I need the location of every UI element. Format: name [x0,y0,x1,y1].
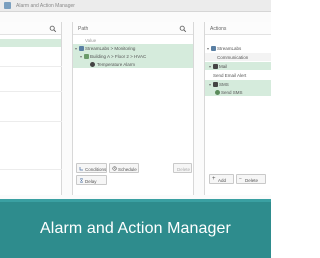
divider [0,66,62,67]
device-icon [84,53,89,59]
title-bar: Alarm and Action Manager [0,0,271,12]
action-icon [215,89,220,95]
tree-node[interactable]: ▾ StreamLabs > Monitoring [73,44,193,52]
right-pane-header: Actions [205,22,271,35]
tree-node[interactable]: Communication [205,53,271,61]
app-window: Alarm and Action Manager Path Value ▾ St… [0,0,271,199]
collapse-caret-icon[interactable]: ▾ [207,46,210,51]
conditions-icon [79,167,83,171]
divider [0,121,62,122]
right-pane: Actions ▾ StreamLabs Communication ▾ Mai… [204,22,271,195]
banner-accent-bar [0,199,271,202]
left-selected-row[interactable] [0,39,61,47]
minus-icon: − [239,176,242,182]
delete-button[interactable]: Delete [173,163,192,173]
search-icon[interactable] [49,25,57,33]
value-subheader: Value [85,38,97,43]
tree-node[interactable]: ▾ Building A > Floor 2 > HVAC [73,52,193,60]
delete-action-button[interactable]: − Delete [236,174,266,184]
middle-pane-header: Path [73,22,193,35]
tree-node[interactable]: ▾ StreamLabs [205,44,271,52]
left-pane [0,22,62,195]
banner-title: Alarm and Action Manager [40,220,231,237]
tree-node[interactable]: ▾ Mail [205,62,271,70]
clock-icon [112,166,117,171]
divider [0,91,62,92]
conditions-button[interactable]: Conditions [76,163,107,173]
collapse-caret-icon[interactable]: ▾ [75,46,78,51]
hourglass-icon [79,178,84,183]
caption-banner: Alarm and Action Manager [0,199,271,258]
mail-icon [213,63,218,69]
actions-header: Actions [210,26,227,32]
sms-icon [213,81,218,87]
tree-node[interactable]: Send Email Alert [205,71,271,79]
add-button[interactable]: + Add [209,174,234,184]
collapse-caret-icon[interactable]: ▾ [209,82,212,87]
tree-node[interactable]: Send SMS [205,88,271,96]
search-icon[interactable] [179,25,187,33]
window-title: Alarm and Action Manager [16,3,75,9]
delay-button[interactable]: Delay [76,175,107,185]
collapse-caret-icon[interactable]: ▾ [209,64,212,69]
plus-icon: + [212,175,216,182]
middle-pane: Path Value ▾ StreamLabs > Monitoring ▾ B… [72,22,194,195]
path-column-header: Path [78,26,89,32]
left-pane-header [0,22,61,35]
divider [0,169,62,170]
tree-node[interactable]: ▾ SMS [205,80,271,88]
folder-icon [211,45,216,51]
schedule-button[interactable]: Schedule [109,163,139,173]
alarm-icon [90,61,95,67]
folder-icon [79,45,84,51]
tree-node[interactable]: Temperature Alarm [73,60,193,68]
app-icon [4,2,11,9]
collapse-caret-icon[interactable]: ▾ [80,54,83,59]
